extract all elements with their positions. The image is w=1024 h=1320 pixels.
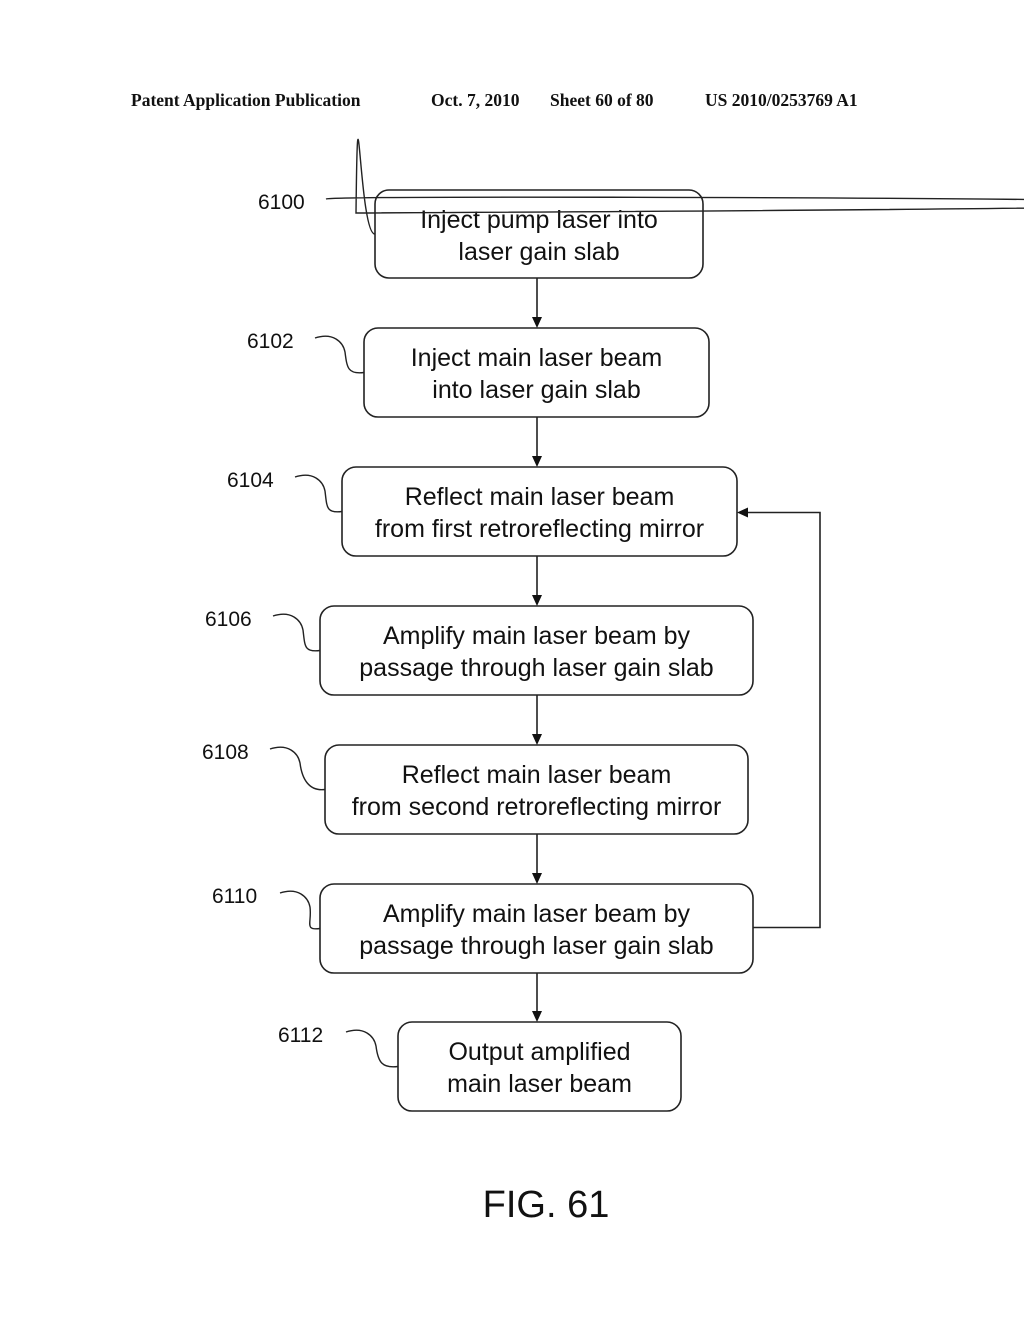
- step-boxes: Inject pump laser intolaser gain slabInj…: [319, 189, 754, 1112]
- step-text-line: laser gain slab: [458, 238, 619, 266]
- step-text-line: passage through laser gain slab: [359, 654, 713, 682]
- reference-numeral: 6106: [205, 608, 252, 631]
- reference-numeral: 6110: [212, 885, 257, 908]
- flow-arrowhead: [532, 1011, 542, 1022]
- reference-numeral: 6108: [202, 741, 249, 764]
- leader-line: [314, 335, 365, 374]
- leader-line: [269, 746, 326, 791]
- step-6106: Amplify main laser beam by passage throug…: [319, 605, 754, 696]
- reference-numeral: 6112: [278, 1024, 323, 1047]
- step-text-line: Reflect main laser beam: [405, 483, 675, 511]
- step-6102: Inject main laser beam into laser gain sl…: [363, 327, 710, 418]
- flow-arrowhead: [532, 456, 542, 467]
- leader-line: [279, 890, 321, 930]
- flow-arrowhead: [532, 734, 542, 745]
- step-text-line: Amplify main laser beam by: [383, 622, 691, 650]
- leader-line: [272, 613, 321, 652]
- step-text-line: Reflect main laser beam: [402, 761, 672, 789]
- step-text-line: Amplify main laser beam by: [383, 900, 691, 928]
- step-text-line: from first retroreflecting mirror: [375, 515, 704, 543]
- step-text-line: into laser gain slab: [432, 376, 640, 404]
- reference-numeral: 6100: [258, 191, 305, 214]
- feedback-arrowhead: [737, 507, 748, 518]
- flowchart: Inject pump laser intolaser gain slabInj…: [202, 138, 1024, 1226]
- step-text-line: main laser beam: [447, 1070, 632, 1098]
- step-text-line: from second retroreflecting mirror: [352, 793, 722, 821]
- step-6110: Amplify main laser beam by passage throug…: [319, 883, 754, 974]
- flow-arrowhead: [532, 317, 542, 328]
- step-6108: Reflect main laser beam from second retro…: [324, 744, 749, 835]
- figure-label: FIG. 61: [483, 1184, 610, 1226]
- leader-line: [294, 474, 343, 513]
- feedback-loop-line: [748, 511, 821, 929]
- flow-arrowhead: [532, 595, 542, 606]
- step-6104: Reflect main laser beam from first retror…: [341, 466, 738, 557]
- step-text-line: Inject main laser beam: [411, 344, 663, 372]
- step-text-line: Inject pump laser into: [420, 206, 658, 234]
- reference-numeral: 6102: [247, 330, 294, 353]
- step-text-line: passage through laser gain slab: [359, 932, 713, 960]
- step-6112: Output amplified main laser beam: [397, 1021, 682, 1112]
- reference-numeral: 6104: [227, 469, 274, 492]
- step-6100: Inject pump laser into laser gain slab: [374, 189, 704, 279]
- step-text-line: Output amplified: [448, 1038, 630, 1066]
- flow-arrowhead: [532, 873, 542, 884]
- leader-line: [345, 1029, 399, 1068]
